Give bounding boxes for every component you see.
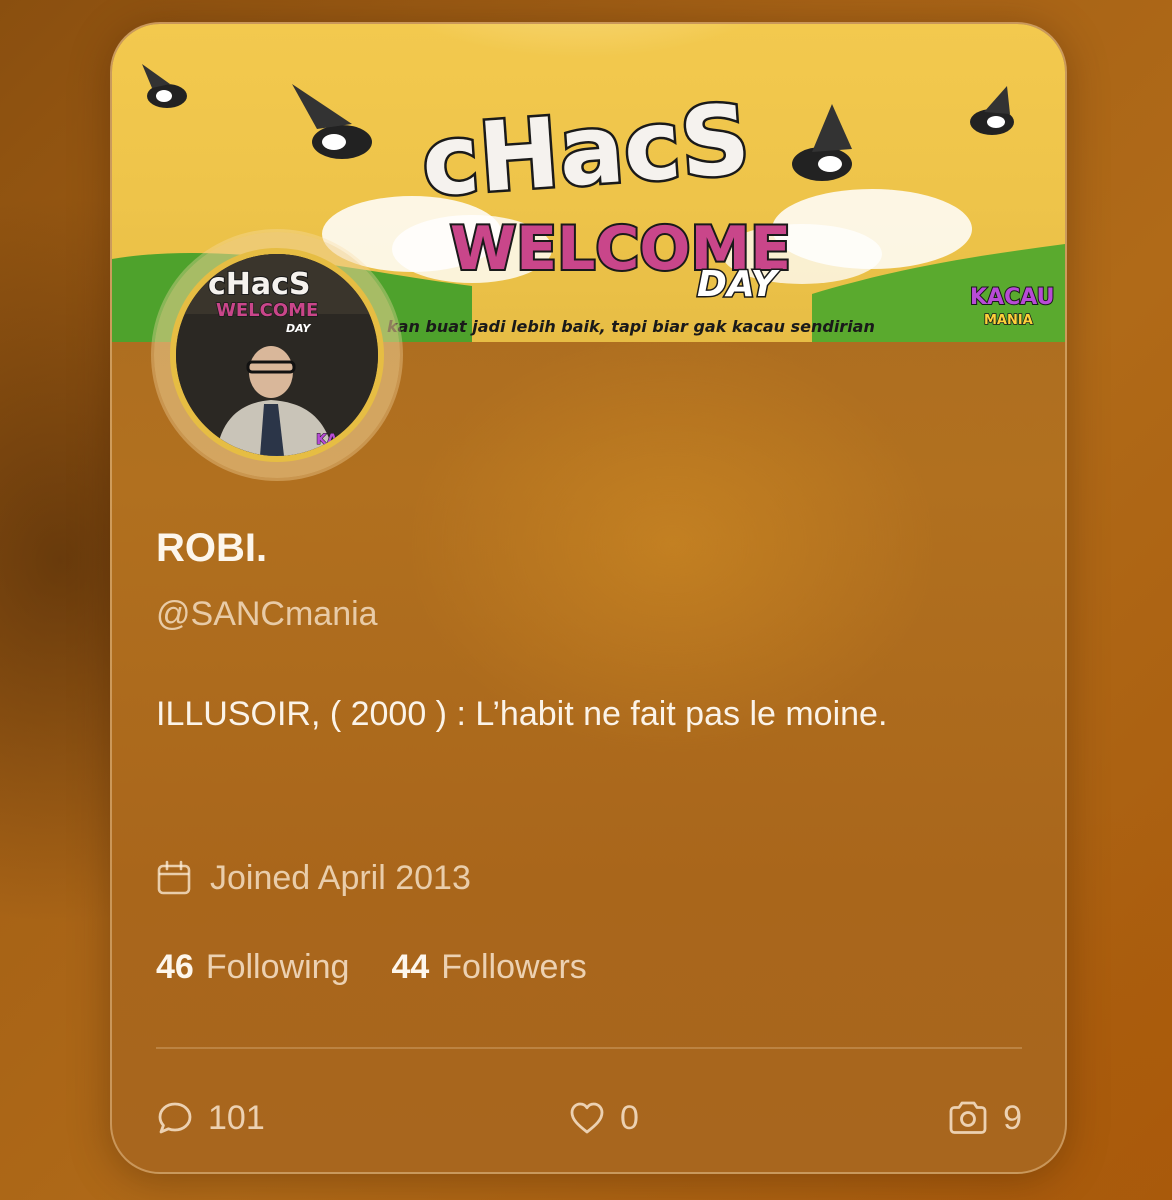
followers-link[interactable]: 44 Followers — [391, 948, 586, 987]
banner-badge-kacau: KACAU — [970, 285, 1054, 310]
avatar-image: cHacS WELCOME DAY KACAU — [176, 254, 378, 456]
following-link[interactable]: 46 Following — [156, 948, 349, 987]
follow-stats: 46 Following 44 Followers — [156, 948, 587, 987]
speech-bubble-icon — [158, 1102, 192, 1134]
media-button[interactable]: 9 — [947, 1092, 1022, 1144]
flying-cow-icon — [970, 86, 1014, 135]
flying-cow-icon — [142, 64, 187, 108]
profile-bio: ILLUSOIR, ( 2000 ) : L’habit ne fait pas… — [156, 695, 888, 733]
action-bar: 101 0 9 — [156, 1092, 1022, 1144]
following-label: Following — [205, 948, 350, 986]
user-handle[interactable]: @SANCmania — [156, 595, 378, 634]
reply-button[interactable]: 101 — [156, 1092, 265, 1144]
followers-label: Followers — [441, 948, 587, 986]
heart-icon — [570, 1102, 604, 1134]
camera-icon — [949, 1101, 987, 1134]
media-count: 9 — [1003, 1098, 1022, 1137]
avatar[interactable]: cHacS WELCOME DAY KACAU — [170, 248, 384, 462]
profile-card: cHacS WELCOME DAY kan buat jadi lebih ba… — [110, 22, 1067, 1174]
like-button[interactable]: 0 — [568, 1092, 639, 1144]
joined-date: Joined April 2013 — [156, 856, 471, 900]
banner-title-day: DAY — [697, 264, 781, 305]
avatar-title-day: DAY — [286, 322, 311, 335]
banner-title-chaos: cHacS — [418, 83, 753, 218]
banner-badge-mania: MANIA — [984, 313, 1033, 328]
avatar-badge: KACAU — [316, 432, 370, 448]
display-name: ROBI. — [156, 526, 268, 570]
calendar-icon — [156, 860, 192, 896]
joined-text: Joined April 2013 — [210, 858, 471, 897]
avatar-title-chaos: cHacS — [208, 267, 311, 302]
like-count: 0 — [620, 1098, 639, 1137]
reply-count: 101 — [208, 1098, 265, 1137]
divider — [156, 1047, 1022, 1049]
avatar-title-welcome: WELCOME — [216, 300, 318, 321]
followers-count: 44 — [391, 948, 430, 986]
banner-tagline: kan buat jadi lebih baik, tapi biar gak … — [387, 317, 875, 336]
following-count: 46 — [156, 948, 194, 986]
